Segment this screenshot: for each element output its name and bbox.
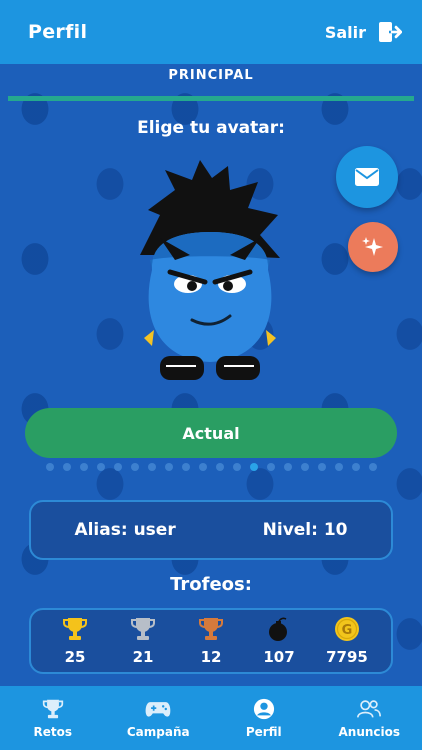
- trophy-count: 107: [263, 648, 295, 666]
- carousel-dot[interactable]: [232, 463, 241, 471]
- carousel-dot[interactable]: [130, 463, 139, 471]
- coin-icon: G: [335, 617, 359, 641]
- nav-label: Anuncios: [338, 724, 401, 739]
- svg-text:G: G: [342, 623, 353, 638]
- trophy-count: 21: [132, 648, 154, 666]
- carousel-dot[interactable]: [368, 463, 377, 471]
- carousel-dot[interactable]: [249, 463, 258, 471]
- carousel-dot[interactable]: [283, 463, 292, 471]
- logout-icon: [379, 22, 402, 42]
- logout-label: Salir: [324, 22, 366, 42]
- trophy-bomb: 107: [251, 616, 307, 666]
- carousel-dot[interactable]: [96, 463, 105, 471]
- carousel-dot[interactable]: [215, 463, 224, 471]
- trophy-gold: 25: [47, 616, 103, 666]
- trophy-count: 12: [200, 648, 222, 666]
- sparkle-icon: [362, 237, 383, 256]
- avatar-carousel[interactable]: [130, 160, 290, 390]
- nav-item-retos[interactable]: Retos: [8, 698, 98, 739]
- mail-button[interactable]: [336, 146, 398, 208]
- carousel-dot[interactable]: [300, 463, 309, 471]
- nav-item-perfil[interactable]: Perfil: [219, 698, 309, 739]
- trophy-bronze: 12: [183, 616, 239, 666]
- trophy-silver: 21: [115, 616, 171, 666]
- avatar-image: [140, 160, 280, 380]
- carousel-dot[interactable]: [79, 463, 88, 471]
- nav-label: Perfil: [245, 724, 282, 739]
- carousel-dot[interactable]: [147, 463, 156, 471]
- carousel-dot[interactable]: [351, 463, 360, 471]
- user-icon: [253, 698, 274, 719]
- logout-button[interactable]: Salir: [325, 21, 402, 43]
- nav-item-campana[interactable]: Campaña: [113, 698, 203, 739]
- carousel-dot[interactable]: [181, 463, 190, 471]
- avatar-prompt: Elige tu avatar:: [137, 118, 285, 138]
- carousel-dot[interactable]: [334, 463, 343, 471]
- tab-indicator: [8, 96, 414, 101]
- trophy-count: 25: [64, 648, 86, 666]
- trophy-coin: G 7795: [319, 616, 375, 666]
- profile-info-panel: Alias: user Nivel: 10: [29, 500, 393, 560]
- tab-principal[interactable]: PRINCIPAL: [0, 68, 422, 83]
- magic-button[interactable]: [348, 222, 398, 272]
- carousel-dot[interactable]: [317, 463, 326, 471]
- carousel-dots: [0, 463, 422, 473]
- current-avatar-button[interactable]: Actual: [25, 408, 397, 458]
- gold-trophy-icon: [63, 618, 87, 640]
- alias-label: Alias: user: [74, 520, 176, 540]
- trophies-title: Trofeos:: [170, 574, 252, 595]
- nav-label: Retos: [33, 724, 72, 739]
- carousel-dot[interactable]: [45, 463, 54, 471]
- mail-icon: [355, 168, 379, 186]
- carousel-dot[interactable]: [113, 463, 122, 471]
- bottom-nav: Retos Campaña Perfil Anuncios: [0, 686, 422, 750]
- users-icon: [357, 699, 382, 718]
- app-header: Perfil Salir: [0, 0, 422, 64]
- carousel-dot[interactable]: [198, 463, 207, 471]
- tab-bar: PRINCIPAL: [0, 64, 422, 104]
- carousel-dot[interactable]: [62, 463, 71, 471]
- page-title: Perfil: [28, 21, 88, 43]
- level-label: Nivel: 10: [262, 520, 348, 540]
- gamepad-icon: [145, 701, 171, 717]
- trophies-panel: 25 21 12 107 G 7795: [29, 608, 393, 674]
- bomb-icon: [269, 617, 287, 641]
- trophy-icon: [42, 699, 63, 718]
- trophy-count: 7795: [326, 648, 368, 666]
- silver-trophy-icon: [131, 618, 155, 640]
- bronze-trophy-icon: [199, 618, 223, 640]
- nav-item-anuncios[interactable]: Anuncios: [324, 698, 414, 739]
- carousel-dot[interactable]: [164, 463, 173, 471]
- nav-label: Campaña: [126, 724, 190, 739]
- carousel-dot[interactable]: [266, 463, 275, 471]
